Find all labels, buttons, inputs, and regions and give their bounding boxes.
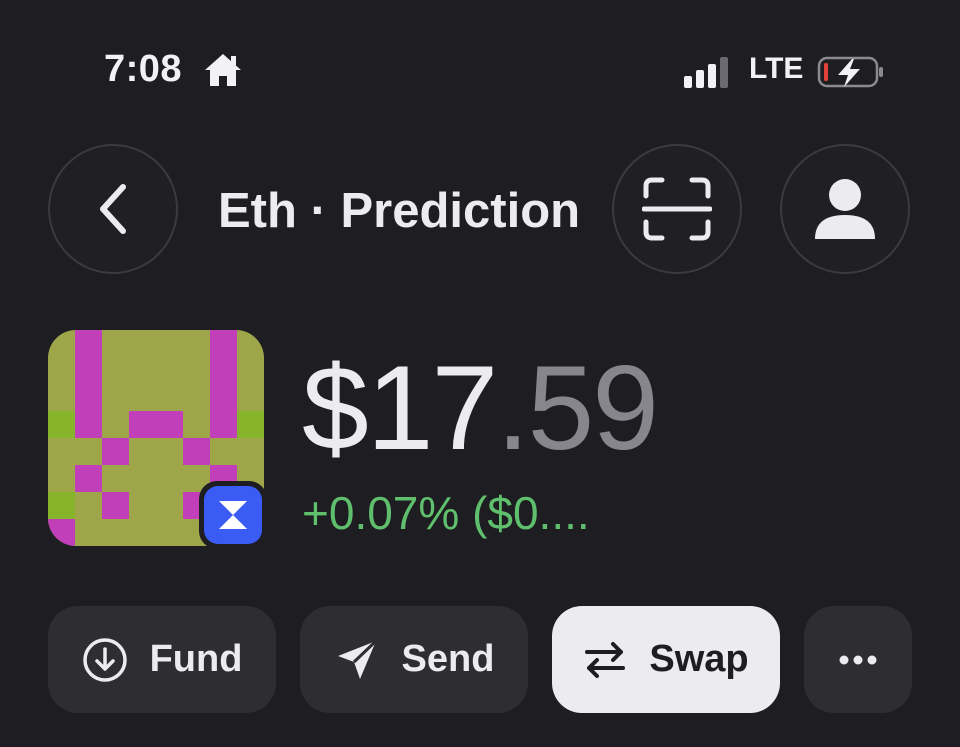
status-bar: 7:08 LTE xyxy=(0,0,960,140)
person-icon xyxy=(815,179,875,239)
send-label: Send xyxy=(401,638,495,680)
profile-button[interactable] xyxy=(780,144,910,274)
battery-charging-icon xyxy=(816,54,886,90)
signal-bars-icon xyxy=(684,56,732,88)
chevron-left-icon xyxy=(100,184,126,234)
more-button[interactable] xyxy=(804,606,912,713)
fund-label: Fund xyxy=(149,638,243,680)
scan-button[interactable] xyxy=(612,144,742,274)
chain-badge xyxy=(199,481,267,549)
fund-button[interactable]: Fund xyxy=(48,606,276,713)
page-title: Eth · Prediction xyxy=(218,184,581,238)
arrow-down-circle-icon xyxy=(82,637,127,682)
send-arrow-icon xyxy=(337,639,377,679)
swap-label: Swap xyxy=(649,638,749,680)
balance-main: $17 xyxy=(302,341,498,475)
swap-button[interactable]: Swap xyxy=(552,606,780,713)
send-button[interactable]: Send xyxy=(300,606,528,713)
back-button[interactable] xyxy=(48,144,178,274)
price-change: +0.07% ($0.... xyxy=(302,487,590,539)
status-time: 7:08 xyxy=(104,48,183,90)
balance-cents: .59 xyxy=(496,341,659,475)
more-dots-icon xyxy=(839,655,877,664)
swap-arrows-icon xyxy=(585,641,626,678)
network-type: LTE xyxy=(749,52,804,85)
zora-chain-icon xyxy=(219,501,247,529)
scan-icon xyxy=(642,177,712,241)
token-balance: $17.59 xyxy=(302,341,659,475)
home-icon xyxy=(202,51,244,89)
